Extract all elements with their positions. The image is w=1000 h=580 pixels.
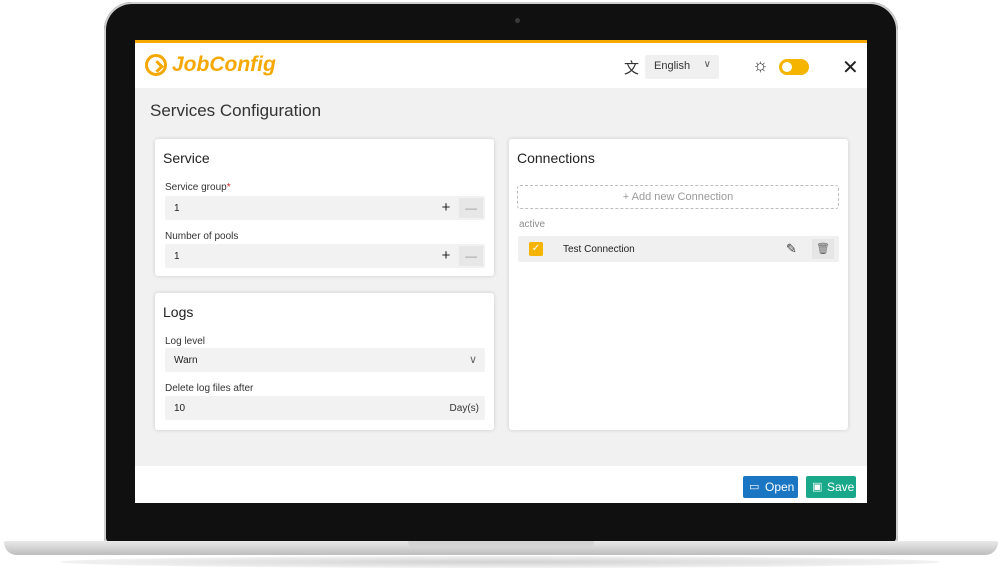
connection-name: Test Connection bbox=[563, 244, 635, 255]
pools-decrement-button[interactable]: — bbox=[459, 246, 483, 266]
service-group-decrement-button[interactable]: — bbox=[459, 198, 483, 218]
chevron-down-icon: ∨ bbox=[468, 354, 477, 366]
close-icon[interactable]: ✕ bbox=[842, 55, 859, 80]
add-connection-button[interactable]: + Add new Connection bbox=[517, 185, 839, 209]
language-value: English bbox=[654, 60, 691, 72]
app-logo: JobConfig bbox=[145, 53, 276, 77]
required-mark: * bbox=[226, 182, 231, 193]
open-button[interactable]: ▭ Open bbox=[743, 476, 798, 498]
connection-checkbox[interactable]: ✓ bbox=[529, 242, 543, 256]
laptop-shadow bbox=[60, 556, 940, 568]
connections-card: Connections + Add new Connection active … bbox=[509, 139, 848, 430]
top-bar: JobConfig 文 English ∨ ☼ ✕ bbox=[135, 40, 867, 88]
service-group-label: Service group* bbox=[165, 182, 231, 193]
connection-row[interactable]: ✓ Test Connection ✎ 🗑 bbox=[518, 236, 839, 262]
sun-icon: ☼ bbox=[752, 55, 769, 75]
save-button[interactable]: ▣ Save bbox=[806, 476, 856, 498]
translate-icon: 文 bbox=[624, 60, 640, 77]
log-level-label: Log level bbox=[165, 336, 206, 347]
delete-logs-field[interactable]: 10 Day(s) bbox=[165, 396, 485, 420]
service-card: Service Service group* 1 + — Number of p… bbox=[155, 139, 494, 276]
save-icon: ▣ bbox=[812, 481, 823, 493]
pools-field[interactable]: 1 + — bbox=[165, 244, 485, 268]
logs-title: Logs bbox=[163, 304, 194, 320]
logs-card: Logs Log level Warn ∨ Delete log files a… bbox=[155, 293, 494, 430]
save-button-label: Save bbox=[827, 480, 855, 494]
chevron-down-icon: ∨ bbox=[703, 59, 711, 70]
logo-text: JobConfig bbox=[172, 53, 276, 76]
laptop-notch bbox=[408, 541, 594, 548]
service-group-label-text: Service group bbox=[165, 182, 227, 193]
active-section-label: active bbox=[519, 219, 546, 230]
open-button-label: Open bbox=[765, 480, 795, 494]
service-group-field[interactable]: 1 + — bbox=[165, 196, 485, 220]
app-window: JobConfig 文 English ∨ ☼ ✕ Services Confi… bbox=[135, 40, 867, 503]
delete-logs-value: 10 bbox=[174, 403, 186, 414]
log-level-select[interactable]: Warn ∨ bbox=[165, 348, 485, 372]
delete-logs-unit: Day(s) bbox=[449, 403, 479, 414]
pencil-icon[interactable]: ✎ bbox=[786, 241, 797, 257]
service-group-value: 1 bbox=[174, 203, 180, 214]
log-level-value: Warn bbox=[174, 355, 198, 366]
theme-toggle[interactable] bbox=[779, 59, 809, 75]
service-title: Service bbox=[163, 150, 210, 166]
language-select[interactable]: English ∨ bbox=[645, 55, 719, 79]
connections-title: Connections bbox=[517, 150, 595, 166]
delete-logs-label: Delete log files after bbox=[165, 383, 254, 394]
logo-icon bbox=[145, 54, 167, 76]
trash-icon[interactable]: 🗑 bbox=[812, 239, 834, 259]
pools-increment-button[interactable]: + bbox=[437, 247, 455, 264]
pools-label: Number of pools bbox=[165, 231, 239, 242]
camera-dot bbox=[515, 18, 520, 23]
page-title: Services Configuration bbox=[150, 101, 322, 120]
footer-bar: ▭ Open ▣ Save bbox=[135, 466, 867, 503]
service-group-increment-button[interactable]: + bbox=[437, 199, 455, 216]
folder-icon: ▭ bbox=[749, 481, 760, 493]
pools-value: 1 bbox=[174, 251, 180, 262]
